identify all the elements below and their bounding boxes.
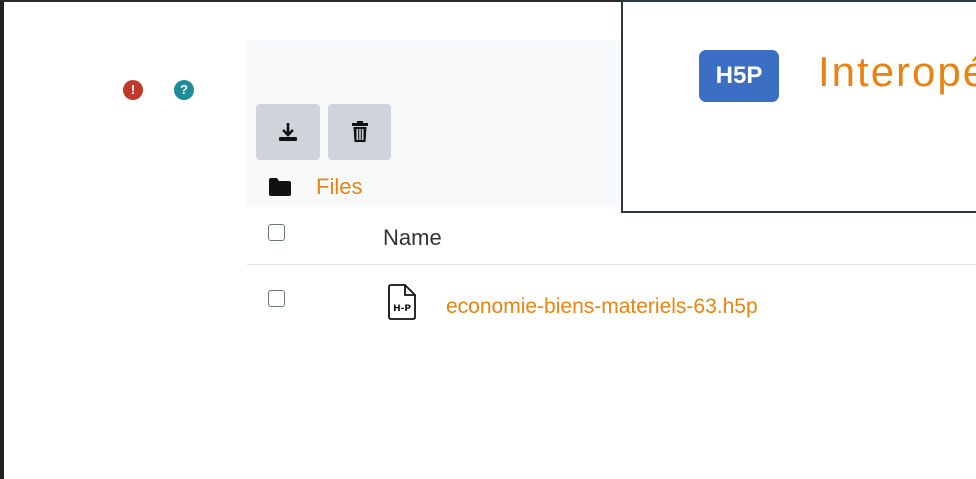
error-icon[interactable]: !: [123, 80, 143, 100]
folder-icon: [269, 178, 291, 196]
file-list-panel: [247, 207, 976, 479]
h5p-file-icon: H-P: [388, 284, 416, 320]
trash-icon: [351, 121, 368, 142]
h5p-logo: H5P: [699, 50, 779, 102]
popup-title: Interopé: [818, 48, 976, 95]
delete-button[interactable]: [328, 104, 391, 160]
select-all-checkbox[interactable]: [268, 224, 285, 241]
header-divider: [247, 264, 976, 265]
download-button[interactable]: [256, 104, 320, 160]
download-icon: [279, 123, 297, 141]
row-checkbox[interactable]: [268, 290, 285, 307]
breadcrumb-files-link[interactable]: Files: [316, 174, 362, 200]
file-link[interactable]: economie-biens-materiels-63.h5p: [446, 295, 758, 319]
h5p-popup: H5P Interopé: [621, 0, 976, 213]
column-header-name[interactable]: Name: [383, 225, 442, 251]
help-icon[interactable]: ?: [174, 80, 194, 100]
breadcrumb: Files: [268, 174, 362, 200]
left-sidebar: [4, 2, 247, 479]
svg-text:H-P: H-P: [393, 304, 411, 314]
